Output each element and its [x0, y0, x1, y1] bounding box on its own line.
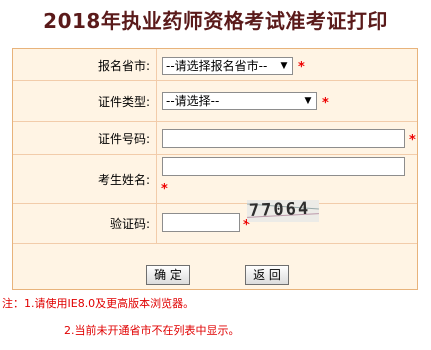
notes-area: 注：1.请使用IE8.0及更高版本浏览器。 2.当前未开通省市不在列表中显示。	[0, 292, 431, 350]
name-required-mark: *	[161, 182, 168, 197]
id-number-label: 证件号码:	[97, 132, 150, 146]
captcha-label: 验证码:	[109, 217, 150, 231]
id-type-required-mark: *	[322, 96, 329, 111]
chevron-down-icon: ▼	[304, 96, 312, 106]
id-type-label: 证件类型:	[97, 95, 150, 109]
chevron-down-icon: ▼	[280, 61, 288, 71]
id-number-row: 证件号码: *	[13, 122, 417, 155]
captcha-input[interactable]	[162, 213, 240, 232]
captcha-image[interactable]: 77064	[247, 200, 319, 222]
id-type-label-cell: 证件类型:	[13, 81, 157, 121]
id-type-row: 证件类型: --请选择-- ▼ *	[13, 81, 417, 122]
name-row: 考生姓名: *	[13, 155, 417, 204]
ticket-print-form: 报名省市: --请选择报名省市-- ▼ * 证件类型: --请选择-- ▼ * …	[12, 48, 418, 290]
captcha-label-cell: 验证码:	[13, 204, 157, 243]
id-number-label-cell: 证件号码:	[13, 122, 157, 154]
captcha-row: 验证码: *	[13, 204, 417, 244]
province-row: 报名省市: --请选择报名省市-- ▼ *	[13, 49, 417, 81]
id-number-required-mark: *	[409, 133, 416, 148]
province-select[interactable]: --请选择报名省市-- ▼	[162, 57, 293, 75]
id-type-select-value: --请选择--	[166, 94, 220, 108]
back-button[interactable]: 返 回	[245, 265, 289, 285]
province-required-mark: *	[298, 60, 305, 75]
name-label: 考生姓名:	[97, 173, 150, 187]
province-select-value: --请选择报名省市--	[166, 59, 268, 73]
name-input[interactable]	[162, 157, 405, 176]
page-title: 2018年执业药师资格考试准考证打印	[43, 9, 388, 33]
province-label: 报名省市:	[97, 59, 150, 73]
note-line-1: 注：1.请使用IE8.0及更高版本浏览器。	[2, 297, 195, 310]
province-label-cell: 报名省市:	[13, 49, 157, 80]
captcha-text: 77064	[248, 200, 311, 221]
name-label-cell: 考生姓名:	[13, 155, 157, 203]
note-line-2: 2.当前未开通省市不在列表中显示。	[64, 324, 240, 337]
id-number-input[interactable]	[162, 129, 405, 148]
id-type-select[interactable]: --请选择-- ▼	[162, 92, 317, 110]
confirm-button[interactable]: 确 定	[146, 265, 190, 285]
